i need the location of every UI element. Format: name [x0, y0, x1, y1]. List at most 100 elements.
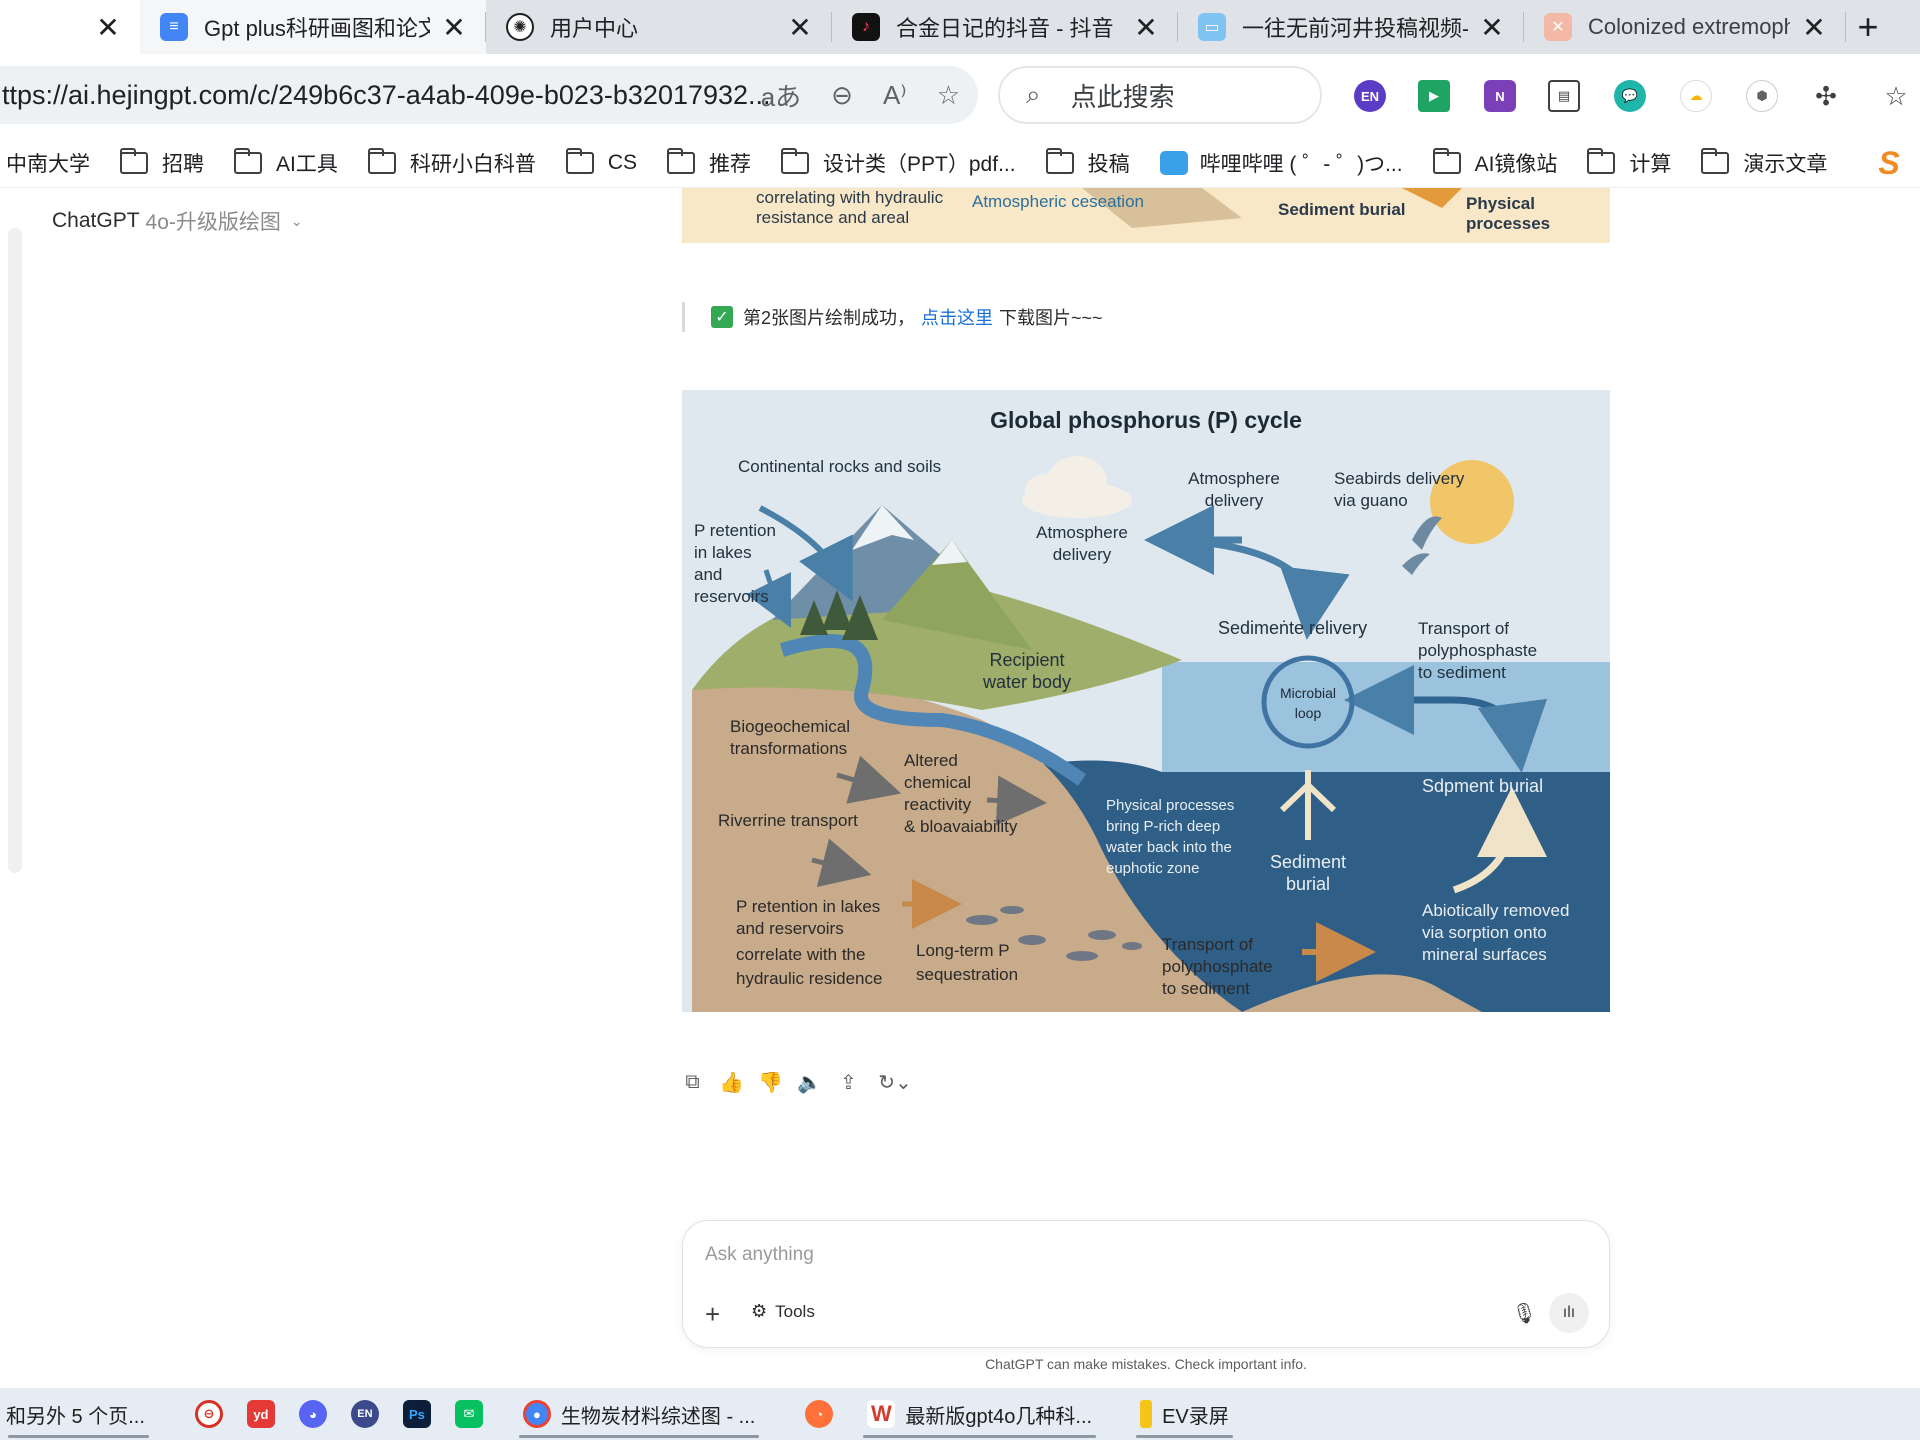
taskbar-item[interactable]: Ps	[391, 1388, 443, 1440]
tab-4[interactable]: ▭ 一往无前河井投稿视频- ✕	[1178, 0, 1524, 54]
bookmark-folder[interactable]: 投稿	[1045, 147, 1130, 178]
close-icon[interactable]: ✕	[440, 11, 468, 44]
diagram-label: transformations	[730, 739, 847, 758]
attach-plus-icon[interactable]: +	[705, 1299, 720, 1330]
diagram-label: Atmosphere	[1036, 523, 1128, 542]
close-icon[interactable]: ✕	[1478, 11, 1506, 44]
flag-extension-icon[interactable]: ▶	[1418, 80, 1450, 112]
bookmark-label: AI工具	[276, 152, 338, 176]
close-icon[interactable]: ✕	[786, 11, 814, 44]
plus-icon: +	[1857, 6, 1879, 47]
close-icon[interactable]: ✕	[1800, 11, 1828, 44]
tab-2[interactable]: ✺ 用户中心 ✕	[486, 0, 832, 54]
shield-extension-icon[interactable]: ⬢	[1746, 80, 1778, 112]
diagram-label: Atmosphere	[1188, 469, 1280, 488]
model-selector[interactable]: ChatGPT 4o-升级版绘图 ⌄	[52, 206, 303, 236]
bookmark-item[interactable]: 中南大学	[6, 148, 90, 178]
bookmark-label: 科研小白科普	[409, 152, 536, 176]
taskbar-item[interactable]: ◔	[793, 1388, 845, 1440]
close-icon[interactable]: ✕	[94, 11, 122, 44]
download-link[interactable]: 点击这里	[921, 304, 993, 330]
youdao-icon: yd	[246, 1400, 275, 1428]
regenerate-icon[interactable]: ↻⌄	[877, 1072, 913, 1094]
translator-extension-icon[interactable]: EN	[1354, 80, 1386, 112]
diagram-label: burial	[1286, 874, 1330, 894]
taskbar-item-chrome[interactable]: ● 生物炭材料综述图 - ...	[511, 1388, 767, 1440]
bookmark-folder[interactable]: 设计类（PPT）pdf...	[781, 147, 1016, 178]
taskbar-item[interactable]: ✉	[443, 1388, 495, 1440]
bookmark-folder[interactable]: 推荐	[667, 147, 751, 178]
os-taskbar: 和另外 5 个页... ⊖ yd ◕ EN Ps ✉ ● 生物炭材料综述图 - .…	[0, 1388, 1920, 1440]
tab-strip: ✕ ≡ Gpt plus科研画图和论文 ✕ ✺ 用户中心 ✕ ♪ 合金日记的抖音…	[0, 0, 1920, 54]
bookmark-folder[interactable]: 计算	[1587, 147, 1671, 178]
cloud-extension-icon[interactable]: ☁	[1680, 80, 1712, 112]
diagram-label: and reservoirs	[736, 919, 844, 938]
diagram-label: sequestration	[916, 965, 1018, 984]
phosphorus-cycle-image[interactable]: Global phosphorus (P) cycle Continental …	[682, 390, 1610, 1012]
bookmark-folder[interactable]: 科研小白科普	[367, 147, 536, 178]
taskbar-item[interactable]: ◕	[287, 1388, 339, 1440]
tab-0[interactable]: ✕	[0, 0, 140, 54]
zoom-out-icon[interactable]: ⊖	[831, 80, 853, 111]
bookmark-item[interactable]: 哔哩哔哩 ( ゜- ゜)つ...	[1159, 148, 1403, 178]
onenote-extension-icon[interactable]: N	[1484, 80, 1516, 112]
tab-1[interactable]: ≡ Gpt plus科研画图和论文 ✕	[140, 0, 486, 54]
prev-image-label: correlating with hydraulic	[756, 188, 944, 207]
previous-generated-image[interactable]: correlating with hydraulic resistance an…	[682, 188, 1610, 243]
microphone-icon[interactable]: 🎙	[1512, 1301, 1537, 1326]
diagram-label: reservoirs	[694, 587, 769, 606]
bookmark-label: 演示文章	[1743, 152, 1828, 176]
bookmark-folder[interactable]: 招聘	[120, 147, 204, 178]
taskbar-item[interactable]: EN	[339, 1388, 391, 1440]
chat-extension-icon[interactable]: 💬	[1614, 80, 1646, 112]
model-name: ChatGPT	[52, 209, 140, 232]
folder-icon	[667, 147, 696, 174]
discord-icon: ◕	[298, 1400, 327, 1428]
favorites-list-icon[interactable]: ☆	[1880, 80, 1912, 112]
new-tab-button[interactable]: +	[1846, 0, 1890, 54]
taskbar-item-wps[interactable]: W 最新版gpt4o几种科...	[855, 1388, 1104, 1440]
bookmark-folder[interactable]: 演示文章	[1701, 147, 1828, 178]
puzzle-extensions-icon[interactable]: ✣	[1810, 80, 1842, 112]
bilibili-icon: ▭	[1198, 13, 1226, 41]
thumbs-up-icon[interactable]: 👍	[719, 1072, 744, 1094]
folder-icon	[1045, 147, 1074, 174]
taskbar-item[interactable]: ⊖	[183, 1388, 235, 1440]
tools-button[interactable]: ⚙ Tools	[751, 1301, 815, 1322]
chevron-down-icon: ⌄	[290, 212, 303, 229]
bookmark-folder[interactable]: CS	[565, 147, 637, 175]
copy-icon[interactable]: ⧉	[682, 1071, 703, 1093]
bookmark-folder[interactable]: AI镜像站	[1432, 147, 1557, 178]
tab-3[interactable]: ♪ 合金日记的抖音 - 抖音 ✕	[832, 0, 1178, 54]
folder-icon	[367, 147, 396, 174]
speaker-icon[interactable]: 🔈	[797, 1072, 822, 1094]
chat-input[interactable]	[705, 1239, 1565, 1271]
translate-icon[interactable]: aあ	[761, 77, 801, 114]
message-composer: + ⚙ Tools 🎙 ılı	[682, 1220, 1610, 1348]
sidebar-scrollbar[interactable]	[8, 228, 22, 873]
bookmark-folder[interactable]: AI工具	[234, 147, 338, 178]
address-bar[interactable]: ttps://ai.hejingpt.com/c/249b6c37-a4ab-4…	[0, 66, 978, 124]
taskbar-item-browser-group[interactable]: 和另外 5 个页...	[0, 1388, 157, 1440]
collections-icon[interactable]: ▤	[1548, 80, 1580, 112]
read-aloud-icon[interactable]: A⁾	[883, 80, 907, 111]
diagram-label: bring P-rich deep	[1106, 818, 1220, 835]
favorite-star-icon[interactable]: ☆	[937, 80, 960, 111]
sogou-icon[interactable]: S	[1858, 138, 1920, 188]
tab-5[interactable]: ✕ Colonized extremophile ✕	[1524, 0, 1846, 54]
folder-icon	[1701, 147, 1730, 174]
thumbs-down-icon[interactable]: 👎	[758, 1072, 783, 1094]
share-icon[interactable]: ⇪	[838, 1072, 859, 1094]
taskbar-label: 和另外 5 个页...	[6, 1405, 145, 1428]
diagram-label: Sdpment burial	[1422, 776, 1543, 796]
voice-mode-button[interactable]: ılı	[1549, 1293, 1589, 1333]
url-text[interactable]: ttps://ai.hejingpt.com/c/249b6c37-a4ab-4…	[0, 80, 771, 111]
status-text: 第2张图片绘制成功，	[743, 308, 916, 328]
taskbar-item-ev[interactable]: EV录屏	[1128, 1388, 1241, 1440]
diagram-label: via guano	[1334, 491, 1408, 510]
diagram-label: Physical processes	[1106, 797, 1234, 814]
close-icon[interactable]: ✕	[1132, 11, 1160, 44]
status-suffix: 下载图片~~~	[999, 308, 1103, 328]
search-box[interactable]: ⌕ 点此搜索	[998, 66, 1322, 124]
taskbar-item[interactable]: yd	[235, 1388, 287, 1440]
